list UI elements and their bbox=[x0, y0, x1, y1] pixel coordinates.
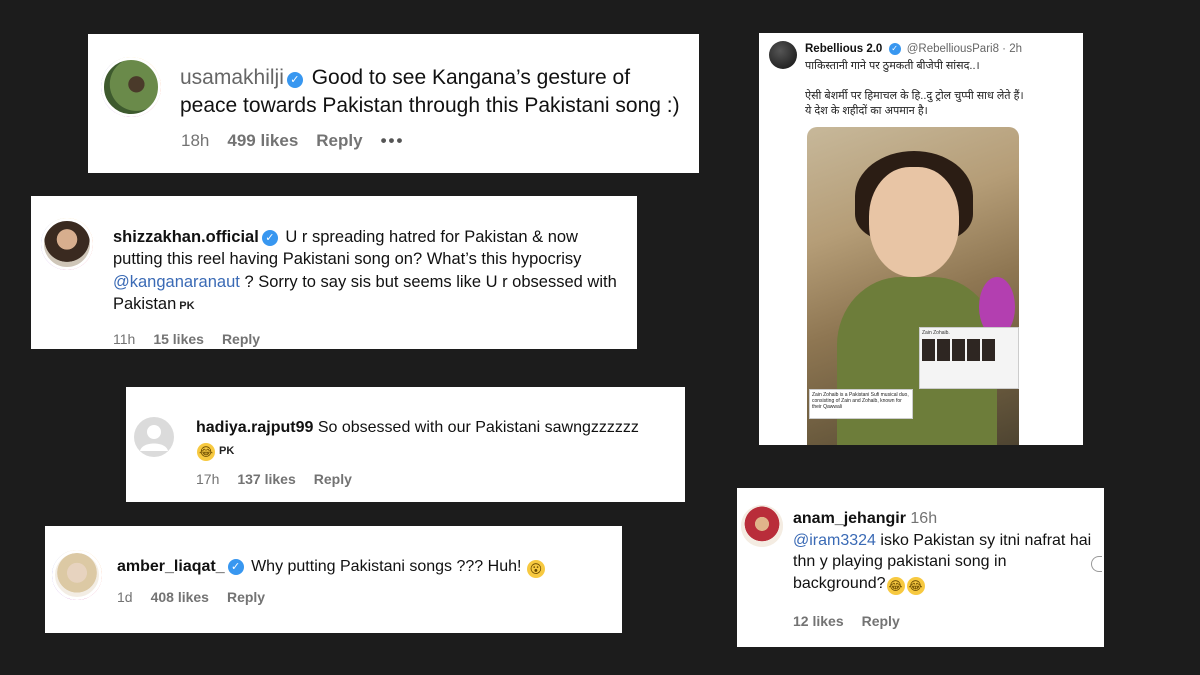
avatar[interactable] bbox=[52, 550, 102, 600]
verified-badge-icon: ✓ bbox=[261, 230, 278, 246]
tweet-image[interactable]: Zain Zohaib. Zain Zohaib is a Pakistani … bbox=[807, 127, 1019, 445]
comment-body: usamakhilji ✓ Good to see Kangana’s gestu… bbox=[180, 64, 690, 121]
comment-text: Why putting Pakistani songs ??? Huh! bbox=[251, 558, 522, 575]
inset-title: Zain Zohaib. bbox=[922, 330, 950, 336]
heart-icon[interactable] bbox=[1091, 556, 1102, 572]
pakistan-flag-icon: PK bbox=[219, 444, 235, 457]
pakistan-flag-icon: PK bbox=[179, 299, 195, 312]
comment-body: amber_liaqat_ ✓ Why putting Pakistani son… bbox=[117, 556, 607, 578]
comment-card-usamakhilji: usamakhilji ✓ Good to see Kangana’s gestu… bbox=[88, 34, 699, 173]
timestamp: 18h bbox=[181, 131, 210, 150]
likes-count[interactable]: 12 likes bbox=[793, 613, 844, 629]
comment-meta: 17h 137 likes Reply bbox=[196, 471, 352, 487]
reply-button[interactable]: Reply bbox=[227, 589, 265, 605]
timestamp-inline: 16h bbox=[910, 510, 938, 527]
comment-card-amber: amber_liaqat_ ✓ Why putting Pakistani son… bbox=[45, 526, 622, 633]
search-result-inset: Zain Zohaib. bbox=[919, 327, 1019, 389]
avatar[interactable] bbox=[41, 218, 93, 270]
avatar[interactable] bbox=[134, 417, 174, 457]
comment-meta: 18h 499 likes Reply ••• bbox=[181, 131, 404, 151]
handle[interactable]: @RebelliousPari8 · 2h bbox=[907, 43, 1022, 55]
timestamp: 1d bbox=[117, 589, 133, 605]
username[interactable]: anam_jehangir bbox=[793, 510, 906, 527]
tweet-text-line2: ऐसी बेशर्मी पर हिमाचल के हि..दु ट्रोल चु… bbox=[805, 90, 1024, 102]
timestamp: 11h bbox=[113, 331, 136, 347]
laughing-emoji-icon: 😂 bbox=[886, 576, 905, 595]
comment-meta: 11h 15 likes Reply bbox=[113, 331, 260, 347]
tweet-header: Rebellious 2.0 ✓ @RebelliousPari8 · 2h bbox=[805, 43, 1022, 55]
likes-count[interactable]: 408 likes bbox=[151, 589, 209, 605]
tweet-text-line3: ये देश के शहीदों का अपमान है। bbox=[805, 105, 928, 117]
display-name[interactable]: Rebellious 2.0 bbox=[805, 43, 882, 55]
verified-badge-icon: ✓ bbox=[286, 72, 303, 88]
inset-thumbnails bbox=[922, 339, 1016, 361]
default-profile-icon bbox=[140, 425, 168, 451]
likes-count[interactable]: 15 likes bbox=[153, 331, 204, 347]
mention-link[interactable]: @iram3324 bbox=[793, 532, 876, 549]
verified-badge-icon: ✓ bbox=[227, 559, 244, 575]
avatar[interactable] bbox=[769, 41, 797, 69]
likes-count[interactable]: 499 likes bbox=[227, 131, 298, 151]
avatar[interactable] bbox=[101, 57, 161, 117]
username[interactable]: usamakhilji bbox=[180, 66, 284, 89]
avatar[interactable] bbox=[741, 505, 783, 547]
laughing-emoji-icon: 😂 bbox=[906, 576, 925, 595]
surprised-emoji-icon: 😮 bbox=[526, 560, 545, 578]
reply-button[interactable]: Reply bbox=[316, 131, 362, 151]
likes-count[interactable]: 137 likes bbox=[237, 471, 295, 487]
username[interactable]: shizzakhan.official bbox=[113, 228, 259, 246]
comment-card-hadiya: hadiya.rajput99 So obsessed with our Pak… bbox=[126, 387, 685, 502]
comment-body: hadiya.rajput99 So obsessed with our Pak… bbox=[196, 417, 676, 461]
photo-face bbox=[869, 167, 959, 277]
username[interactable]: hadiya.rajput99 bbox=[196, 419, 313, 436]
comment-body: anam_jehangir 16h @iram3324 isko Pakista… bbox=[793, 508, 1093, 595]
username[interactable]: amber_liaqat_ bbox=[117, 558, 225, 575]
comment-meta: 12 likes Reply bbox=[793, 613, 900, 629]
comment-text: So obsessed with our Pakistani sawngzzzz… bbox=[317, 419, 639, 436]
verified-badge-icon: ✓ bbox=[888, 43, 901, 55]
mention-link[interactable]: @kanganaranaut bbox=[113, 273, 240, 291]
timestamp: 17h bbox=[196, 471, 220, 487]
tweet-text-line1: पाकिस्तानी गाने पर ठुमकती बीजेपी सांसद..… bbox=[805, 60, 980, 72]
laughing-emoji-icon: 😂 bbox=[197, 442, 215, 461]
comment-meta: 1d 408 likes Reply bbox=[117, 589, 265, 605]
wiki-snippet-inset: Zain Zohaib is a Pakistani Sufi musical … bbox=[809, 389, 913, 419]
reply-button[interactable]: Reply bbox=[862, 613, 900, 629]
comment-card-shizzakhan: shizzakhan.official ✓ U r spreading hatre… bbox=[31, 196, 637, 349]
comment-body: shizzakhan.official ✓ U r spreading hatre… bbox=[113, 226, 623, 315]
reply-button[interactable]: Reply bbox=[222, 331, 260, 347]
comment-card-anam: anam_jehangir 16h @iram3324 isko Pakista… bbox=[737, 488, 1104, 647]
tweet-card: Rebellious 2.0 ✓ @RebelliousPari8 · 2h प… bbox=[759, 33, 1083, 445]
more-options-icon[interactable]: ••• bbox=[381, 131, 405, 151]
reply-button[interactable]: Reply bbox=[314, 471, 352, 487]
